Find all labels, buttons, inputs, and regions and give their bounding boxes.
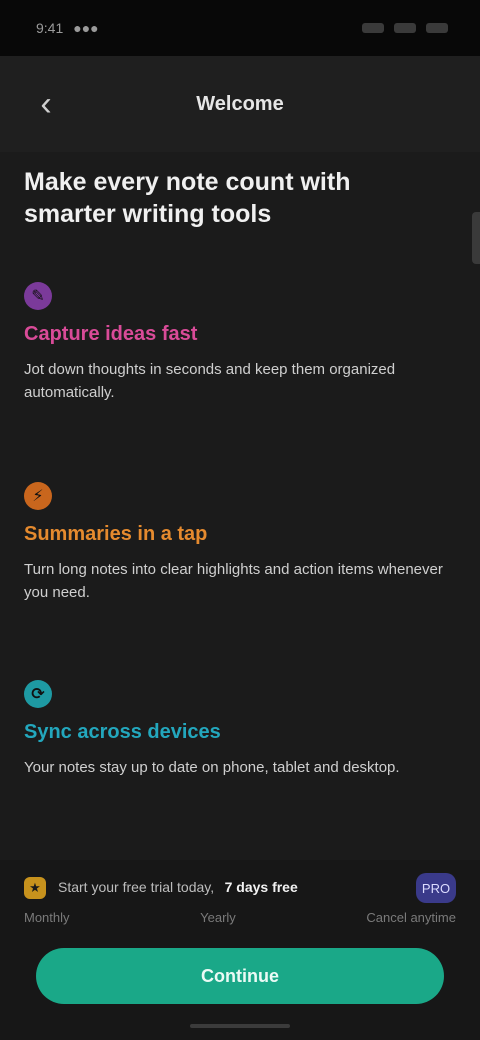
feature-description: Turn long notes into clear highlights an… — [24, 561, 443, 601]
page-title: Welcome — [196, 92, 284, 115]
status-right — [362, 23, 448, 33]
chevron-left-icon: ‹ — [40, 85, 52, 123]
status-left: 9:41 ●●● — [36, 20, 99, 36]
status-carrier: ●●● — [73, 20, 99, 36]
feature-title: Summaries in a tap — [24, 523, 208, 545]
plan-row[interactable]: ★ Start your free trial today, 7 days fr… — [24, 870, 456, 906]
status-time: 9:41 — [36, 20, 64, 36]
continue-button[interactable]: Continue — [36, 948, 444, 1004]
wifi-icon — [394, 23, 416, 33]
feature-description: Your notes stay up to date on phone, tab… — [24, 759, 400, 776]
feature-item: ⟳ Sync across devices Your notes stay up… — [24, 680, 444, 779]
battery-icon — [426, 23, 448, 33]
scroll-handle[interactable] — [472, 212, 480, 264]
star-icon: ★ — [24, 877, 46, 899]
plan-meta-yearly[interactable]: Yearly — [200, 910, 236, 925]
feature-description: Jot down thoughts in seconds and keep th… — [24, 361, 396, 401]
bottom-panel: ★ Start your free trial today, 7 days fr… — [0, 860, 480, 1040]
lightning-icon: ⚡ — [24, 482, 52, 510]
back-button[interactable]: ‹ — [26, 84, 66, 124]
feature-title: Capture ideas fast — [24, 323, 198, 345]
onboarding-content: Make every note count with smarter writi… — [0, 152, 480, 912]
top-app-bar: ‹ Welcome — [0, 56, 480, 152]
headline: Make every note count with smarter writi… — [24, 168, 351, 228]
pen-icon: ✎ — [24, 282, 52, 310]
plan-text: Start your free trial today, — [58, 879, 215, 895]
feature-item: ✎ Capture ideas fast Jot down thoughts i… — [24, 282, 444, 404]
feature-title: Sync across devices — [24, 721, 221, 743]
plan-left: ★ Start your free trial today, 7 days fr… — [24, 877, 298, 899]
home-indicator — [190, 1024, 290, 1028]
sync-icon: ⟳ — [24, 680, 52, 708]
signal-icon — [362, 23, 384, 33]
status-bar: 9:41 ●●● — [0, 0, 480, 56]
plan-highlight: 7 days free — [224, 879, 298, 895]
feature-item: ⚡ Summaries in a tap Turn long notes int… — [24, 482, 444, 604]
plan-badge-pro: PRO — [416, 873, 456, 903]
plan-meta-monthly[interactable]: Monthly — [24, 910, 70, 925]
plan-meta-cancel: Cancel anytime — [366, 910, 456, 925]
plan-copy: Start your free trial today, 7 days free — [58, 879, 298, 897]
plan-meta: Monthly Yearly Cancel anytime — [24, 910, 456, 925]
